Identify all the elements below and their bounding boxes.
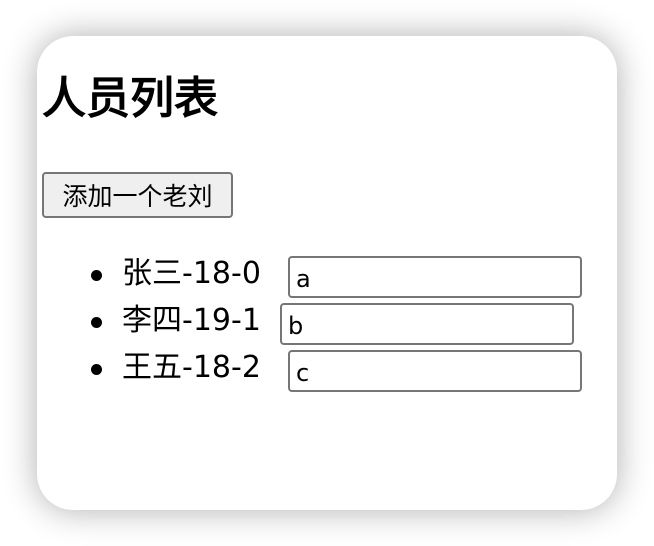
person-list: 张三-18-0 李四-19-1 王五-18-2 — [37, 254, 617, 395]
bullet-icon — [91, 364, 102, 375]
person-label: 张三-18-0 — [122, 256, 261, 291]
person-input[interactable] — [280, 303, 574, 345]
list-item: 李四-19-1 — [37, 301, 617, 348]
person-input[interactable] — [288, 350, 582, 392]
person-list-card: 人员列表 添加一个老刘 张三-18-0 李四-19-1 王五-18-2 — [37, 36, 617, 510]
person-label: 王五-18-2 — [122, 350, 261, 385]
page-title: 人员列表 — [42, 73, 218, 124]
add-person-button[interactable]: 添加一个老刘 — [42, 172, 233, 218]
person-input[interactable] — [288, 256, 582, 298]
person-label: 李四-19-1 — [122, 303, 261, 338]
bullet-icon — [91, 317, 102, 328]
list-item: 张三-18-0 — [37, 254, 617, 301]
list-item: 王五-18-2 — [37, 348, 617, 395]
bullet-icon — [91, 270, 102, 281]
